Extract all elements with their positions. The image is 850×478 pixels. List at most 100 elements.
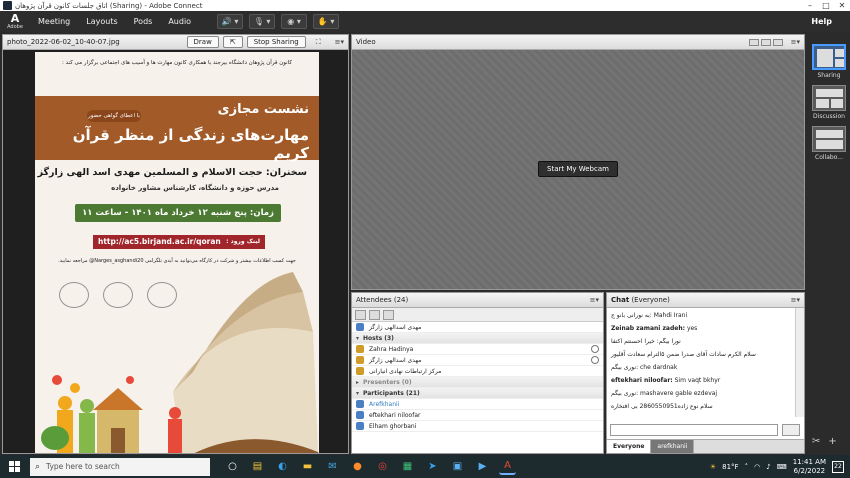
layout-thumbnail bbox=[812, 85, 846, 111]
menu-pods[interactable]: Pods bbox=[126, 17, 161, 26]
raise-hand-button[interactable]: ✋ ▾ bbox=[313, 14, 340, 29]
firefox-icon[interactable]: ● bbox=[349, 458, 366, 475]
tools-icon[interactable]: ✂ bbox=[812, 436, 820, 447]
app-menubar: A Adobe Meeting Layouts Pods Audio 🔊 ▾ 🎙… bbox=[0, 11, 850, 32]
camera-button[interactable]: ◉ ▾ bbox=[281, 14, 308, 29]
show-hidden-icon[interactable]: ˄ bbox=[745, 463, 749, 471]
chrome-icon[interactable]: ◎ bbox=[374, 458, 391, 475]
microphone-button[interactable]: 🎙 ▾ bbox=[249, 14, 276, 29]
grid-view-icon[interactable] bbox=[748, 38, 759, 46]
pod-menu-icon[interactable]: ≡▾ bbox=[335, 38, 344, 46]
attendee-row[interactable]: Zahra Hadinya bbox=[352, 344, 603, 355]
chat-pod: Chat (Everyone) ≡▾ به نورانی بانو ج: Mah… bbox=[606, 292, 805, 454]
chat-message: به نورانی بانو ج: Mahdi Irani bbox=[611, 312, 688, 319]
photos-icon[interactable]: ▣ bbox=[449, 458, 466, 475]
layout-tools: ✂ + bbox=[812, 436, 837, 447]
maximize-icon[interactable]: □ bbox=[818, 1, 834, 10]
layout-collaboration[interactable]: Collabo... bbox=[810, 126, 848, 165]
excel-icon[interactable]: ▦ bbox=[399, 458, 416, 475]
taskbar-apps: ○ ▤ ◐ ▬ ✉ ● ◎ ▦ ➤ ▣ ▶ A bbox=[224, 458, 516, 475]
breakout-view-icon[interactable] bbox=[369, 309, 380, 320]
filmstrip-view-icon[interactable] bbox=[760, 38, 771, 46]
file-explorer-icon[interactable]: ▤ bbox=[249, 458, 266, 475]
keyboard-icon[interactable]: ⌨ bbox=[777, 463, 787, 471]
start-button[interactable] bbox=[0, 455, 28, 478]
layout-sharing[interactable]: Sharing bbox=[810, 44, 848, 83]
stop-sharing-button[interactable]: Stop Sharing bbox=[246, 36, 306, 48]
attendee-row[interactable]: Elham ghorbani bbox=[352, 421, 603, 432]
camera-icon: ◉ bbox=[287, 17, 295, 26]
minimize-icon[interactable]: – bbox=[802, 1, 818, 10]
explorer-icon[interactable]: ▬ bbox=[299, 458, 316, 475]
speaker-toggle-button[interactable]: 🔊 ▾ bbox=[217, 14, 244, 29]
weather-icon[interactable]: ☀ bbox=[710, 463, 716, 471]
presenters-section[interactable]: ▸ Presenters (0) bbox=[352, 377, 603, 388]
attendee-row[interactable]: مرکز ارتباطات نهادی انیارانی bbox=[352, 366, 603, 377]
notifications-icon[interactable]: 22 bbox=[832, 460, 844, 473]
mail-icon[interactable]: ✉ bbox=[324, 458, 341, 475]
add-layout-icon[interactable]: + bbox=[828, 436, 836, 447]
menu-audio[interactable]: Audio bbox=[160, 17, 199, 26]
draw-button[interactable]: Draw bbox=[186, 36, 219, 48]
weather-temp[interactable]: 81°F bbox=[722, 463, 738, 471]
send-button[interactable] bbox=[782, 424, 800, 436]
attendees-pod: Attendees (24) ≡▾ مهدی اسدالهی زارگز ▾ H… bbox=[351, 292, 604, 454]
chat-message: سلام نوع زاده2860550951 بی افتخاره bbox=[611, 403, 713, 410]
chat-tabs: Everyone arefkhanii bbox=[607, 439, 804, 453]
share-pod-header: photo_2022-06-02_10-40-07.jpg Draw ⇱ Sto… bbox=[3, 35, 348, 50]
telegram-icon[interactable]: ➤ bbox=[424, 458, 441, 475]
pod-menu-icon[interactable]: ≡▾ bbox=[791, 38, 800, 46]
video-layout-options[interactable] bbox=[748, 38, 783, 46]
poster-role: مدرس حوزه و دانشگاه، کارشناس مشاور خانوا… bbox=[111, 184, 279, 192]
attendee-row[interactable]: مهدی اسدالهی زارگز bbox=[352, 355, 603, 366]
menu-meeting[interactable]: Meeting bbox=[30, 17, 78, 26]
sync-button[interactable]: ⇱ bbox=[222, 36, 243, 48]
layout-thumbnail bbox=[812, 44, 846, 70]
active-presenter-row[interactable]: مهدی اسدالهی زارگز bbox=[352, 322, 603, 333]
speaker-view-icon[interactable] bbox=[772, 38, 783, 46]
adobe-connect-icon[interactable]: A bbox=[499, 458, 516, 475]
poster-link-url: http://ac5.birjand.ac.ir/qoran bbox=[98, 237, 221, 246]
task-view-icon[interactable]: ○ bbox=[224, 458, 241, 475]
start-webcam-button[interactable]: Start My Webcam bbox=[538, 161, 618, 177]
edge-icon[interactable]: ◐ bbox=[274, 458, 291, 475]
windows-taskbar: ⌕ Type here to search ○ ▤ ◐ ▬ ✉ ● ◎ ▦ ➤ … bbox=[0, 455, 850, 478]
menu-layouts[interactable]: Layouts bbox=[78, 17, 125, 26]
media-player-icon[interactable]: ▶ bbox=[474, 458, 491, 475]
participant-icon bbox=[356, 400, 364, 408]
system-tray: ☀ 81°F ˄ ◠ ♪ ⌨ 11:41 AM 6/2/2022 22 bbox=[710, 458, 850, 476]
list-view-icon[interactable] bbox=[355, 309, 366, 320]
poster-note: جهت کسب اطلاعات بیشتر و شرکت در کارگاه م… bbox=[58, 258, 296, 264]
poster-title-line1: نشست مجازی bbox=[217, 102, 309, 117]
volume-icon[interactable]: ♪ bbox=[766, 463, 770, 471]
poster-badge: با اعطای گواهی حضور bbox=[87, 110, 141, 122]
attendees-toolbar bbox=[352, 308, 603, 322]
participants-section[interactable]: ▾ Participants (21) bbox=[352, 388, 603, 399]
chat-messages: به نورانی بانو ج: Mahdi Irani Zeinab zam… bbox=[607, 308, 794, 417]
hosts-section[interactable]: ▾ Hosts (3) bbox=[352, 333, 603, 344]
event-poster: کانون قرآن پژوهان دانشگاه بیرجند با همکا… bbox=[35, 52, 319, 453]
poster-title-line2: مهارت‌های زندگی از منظر قرآن کریم bbox=[72, 126, 309, 162]
pod-menu-icon[interactable]: ≡▾ bbox=[791, 296, 800, 304]
app-icon bbox=[3, 1, 12, 10]
chat-tab-private[interactable]: arefkhanii bbox=[651, 440, 695, 453]
attendee-row[interactable]: Arefkhanii bbox=[352, 399, 603, 410]
layout-discussion[interactable]: Discussion bbox=[810, 85, 848, 124]
settings-icon[interactable] bbox=[383, 309, 394, 320]
fullscreen-icon[interactable]: ⛶ bbox=[310, 37, 327, 48]
chat-message: نوری بیگم: che dardnak bbox=[611, 364, 678, 371]
video-area: Start My Webcam bbox=[352, 50, 804, 289]
chat-scope: (Everyone) bbox=[631, 296, 670, 304]
chat-tab-everyone[interactable]: Everyone bbox=[607, 440, 652, 453]
clock[interactable]: 11:41 AM 6/2/2022 bbox=[793, 458, 826, 476]
chat-input[interactable] bbox=[610, 424, 778, 436]
help-menu[interactable]: Help bbox=[811, 17, 850, 26]
network-icon[interactable]: ◠ bbox=[754, 463, 760, 471]
attendee-row[interactable]: eftekhari niloofar bbox=[352, 410, 603, 421]
taskbar-search[interactable]: ⌕ Type here to search bbox=[30, 457, 210, 476]
pod-menu-icon[interactable]: ≡▾ bbox=[590, 296, 599, 304]
poster-link-label: لینک ورود : bbox=[226, 238, 260, 245]
close-icon[interactable]: ✕ bbox=[834, 1, 850, 10]
chat-scrollbar[interactable] bbox=[795, 308, 804, 417]
poster-speaker: سخنران: حجت الاسلام و المسلمین مهدی اسد … bbox=[37, 167, 307, 178]
